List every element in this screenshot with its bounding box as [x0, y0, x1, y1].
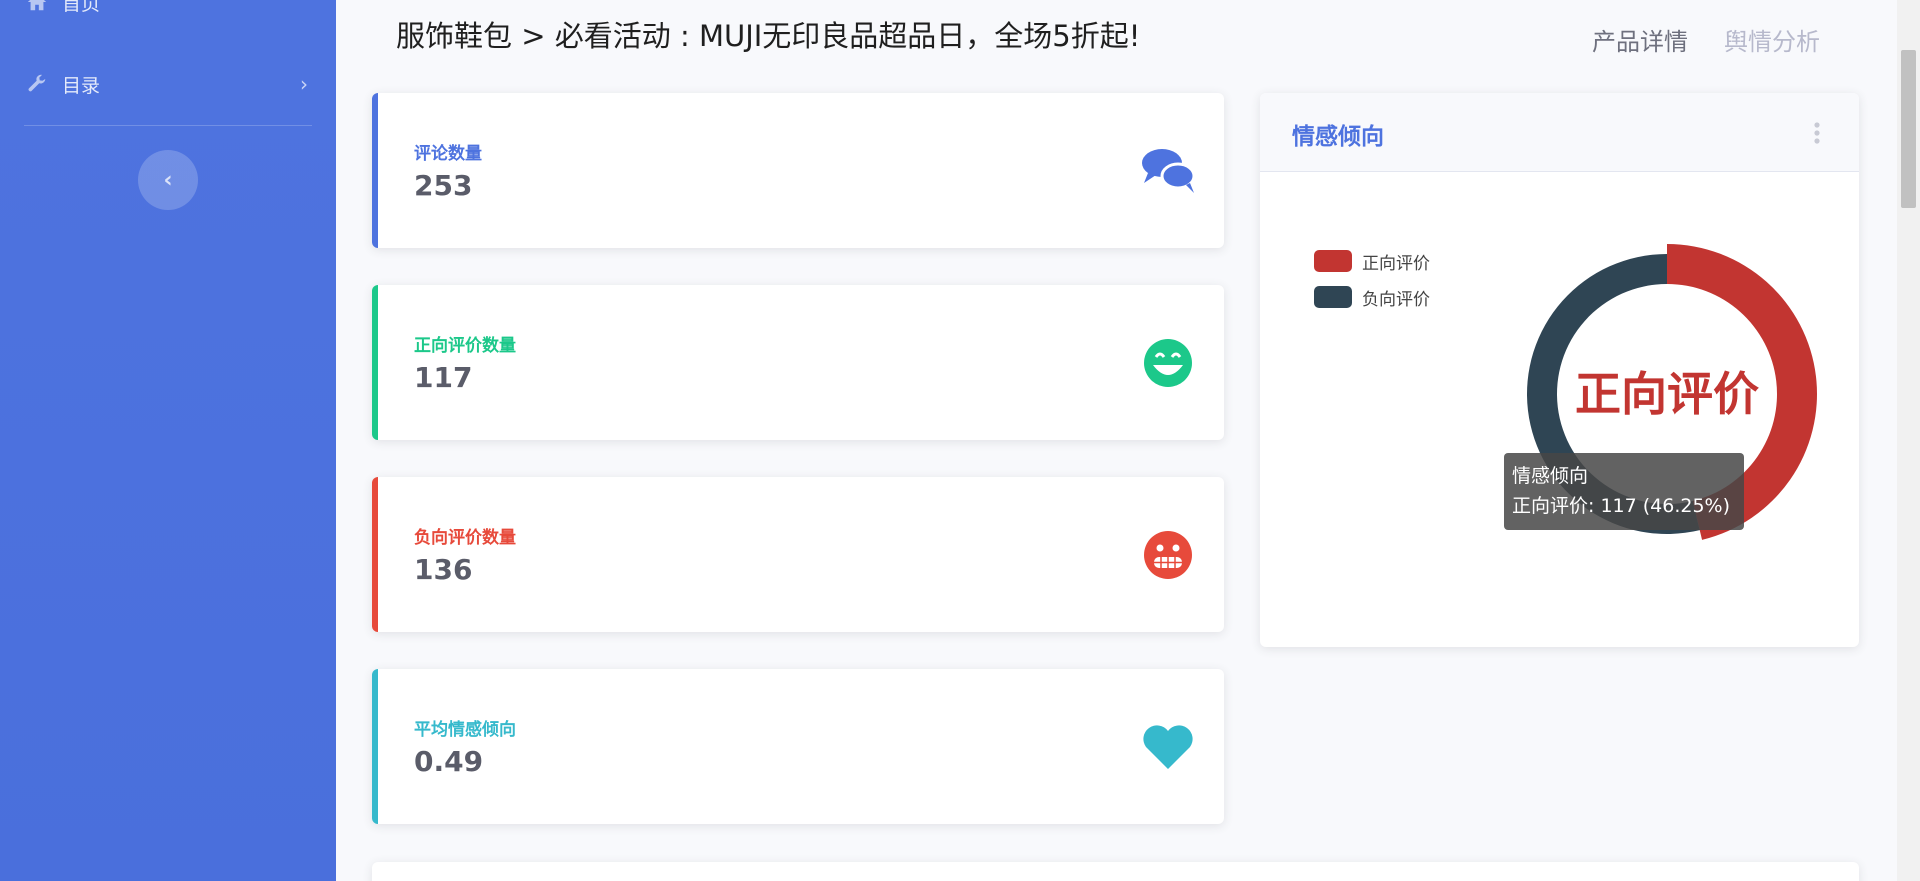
stat-card-avg-sentiment: 平均情感倾向 0.49: [372, 669, 1224, 824]
comments-icon: [1142, 148, 1196, 193]
stat-label: 评论数量: [414, 144, 482, 164]
stat-card-positive: 正向评价数量 117: [372, 285, 1224, 440]
stat-value: 117: [414, 361, 473, 394]
stat-label: 负向评价数量: [414, 528, 516, 548]
sentiment-panel: 情感倾向 正向评价 负向评价 正向评价: [1260, 93, 1859, 647]
chevron-right-icon: ›: [300, 72, 308, 96]
scroll-thumb[interactable]: [1901, 50, 1916, 208]
heart-icon: [1143, 724, 1193, 769]
stat-value: 253: [414, 169, 473, 202]
tooltip-text: 正向评价: 117 (46.25%): [1512, 495, 1731, 517]
chart-tooltip: 情感倾向 正向评价: 117 (46.25%): [1504, 453, 1744, 530]
top-nav: 产品详情 舆情分析: [1592, 22, 1820, 57]
page-title: 服饰鞋包 > 必看活动 : MUJI无印良品超品日，全场5折起!: [396, 19, 1141, 53]
sidebar-item-catalog[interactable]: 目录 ›: [0, 64, 336, 104]
chevron-left-icon: ‹: [163, 167, 173, 193]
stat-value: 0.49: [414, 745, 484, 778]
link-product-detail[interactable]: 产品详情: [1592, 22, 1688, 57]
home-icon: [27, 0, 47, 11]
grin-icon: [1144, 338, 1192, 387]
sidebar-toggle-button[interactable]: ‹: [138, 150, 198, 210]
wrench-icon: [28, 74, 46, 92]
sidebar: 首页 目录 › ‹: [0, 0, 336, 881]
sidebar-item-home[interactable]: 首页: [0, 0, 336, 22]
tooltip-title: 情感倾向: [1512, 465, 1589, 487]
sidebar-item-label: 首页: [62, 0, 101, 15]
stat-label: 正向评价数量: [414, 336, 516, 356]
bottom-card: [372, 862, 1859, 881]
stat-card-comments: 评论数量 253: [372, 93, 1224, 248]
donut-center-label: 正向评价: [1575, 367, 1759, 421]
stat-card-negative: 负向评价数量 136: [372, 477, 1224, 632]
stat-label: 平均情感倾向: [414, 720, 516, 740]
sidebar-item-label: 目录: [62, 74, 101, 97]
donut-chart: 正向评价: [1527, 244, 1817, 540]
scrollbar[interactable]: [1897, 0, 1920, 881]
link-opinion-analysis[interactable]: 舆情分析: [1724, 22, 1820, 57]
stat-value: 136: [414, 553, 473, 586]
sidebar-divider: [24, 125, 312, 126]
grimace-icon: [1144, 530, 1192, 579]
